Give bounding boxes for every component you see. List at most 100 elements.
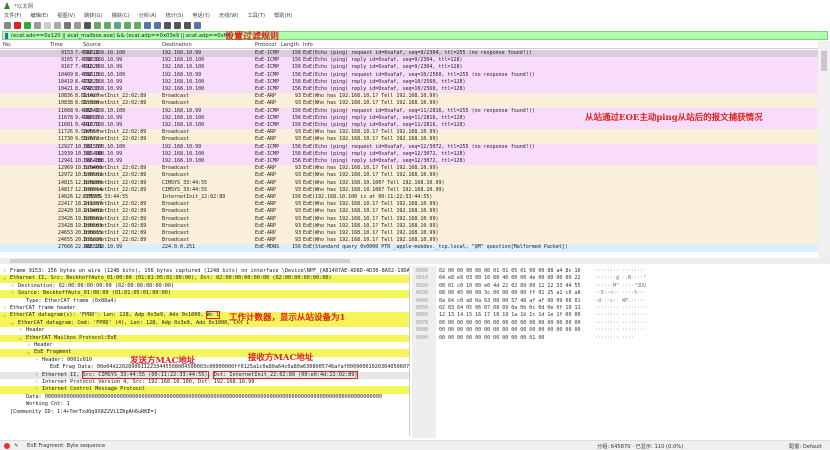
packet-row[interactable]: 9165 7.459039 192.168.10.99 192.168.10.100 E… — [0, 57, 818, 65]
detail-tree-item[interactable]: ⌄ EtherCAT datagram: Cmd: 'FPRD' (4), Len… — [0, 319, 409, 328]
colorize-icon[interactable] — [154, 21, 161, 29]
packet-row[interactable]: 23426 19.028562 InternetInit_22:02:89 Broad… — [0, 215, 818, 223]
start-capture-icon[interactable] — [4, 21, 11, 29]
display-filter-input[interactable]: (ecat.ado==0x120 || ecat_mailbox.eoe) &&… — [2, 31, 828, 40]
autoscroll-icon[interactable] — [144, 21, 151, 29]
hex-bytes[interactable]: 00 00 00 00 00 00 00 00 00 00 01 00 — [439, 335, 544, 342]
hex-bytes[interactable]: 12 13 14 15 16 17 18 19 1a 1b 1c 1d 1e 1… — [439, 312, 580, 319]
chevron-right-icon[interactable]: › — [11, 290, 18, 297]
packet-row[interactable]: 24653 20.030815 InternetInit_22:02:89 Broad… — [0, 230, 818, 238]
detail-tree-item[interactable]: › Internet Control Message Protocol — [0, 386, 409, 394]
packet-row[interactable]: 14826 12.035935 CIMSYS_33:44:55 InternetIni… — [0, 194, 818, 202]
go-last-icon[interactable] — [134, 21, 141, 29]
detail-tree-item[interactable]: › Header: 0001c010 — [0, 357, 409, 364]
zoom-in-icon[interactable] — [164, 21, 171, 29]
detail-tree-item[interactable]: › Source: BeckhoffAuto_01:00:00 (01:01:05… — [0, 290, 409, 298]
detail-tree-item[interactable]: ⌄ EtherCAT datagram(s): 'FPRD': Len: 128,… — [0, 311, 409, 320]
capture-options-icon[interactable] — [34, 21, 41, 29]
chevron-down-icon[interactable]: ⌄ — [19, 335, 26, 342]
menu-item[interactable]: 编辑(E) — [30, 12, 48, 19]
menu-item[interactable]: 跳转(G) — [84, 12, 102, 19]
hex-ascii[interactable]: ··E··<·· ····%··· — [595, 290, 646, 297]
chevron-down-icon[interactable]: ⌄ — [3, 312, 10, 319]
hex-ascii[interactable]: ······M" ····"3DU — [595, 283, 646, 290]
detail-tree-item[interactable]: › Destination: 02:00:00:00:00:00 (02:00:0… — [0, 283, 409, 290]
hex-bytes[interactable]: 00 01 c0 10 00 e0 4d 22 02 89 00 11 22 3… — [439, 283, 580, 290]
packet-row[interactable]: 10838 8.815338 InternetInit_22:02:89 Broadc… — [0, 100, 818, 108]
bookmark-icon[interactable] — [5, 32, 8, 39]
packet-row[interactable]: 12939 10.505448 192.168.10.99 192.168.10.10… — [0, 150, 818, 158]
chevron-right-icon[interactable]: › — [35, 372, 42, 379]
packet-row[interactable]: 27666 22.486521 192.168.10.99 224.0.0.251 Eo… — [0, 244, 818, 252]
hex-bytes[interactable]: 08 00 45 00 00 3c 00 00 00 00 ff 01 25 a… — [439, 290, 580, 297]
hex-bytes[interactable]: 0a 64 c0 a8 0a 63 08 00 57 46 af af 00 0… — [439, 298, 580, 305]
chevron-right-icon[interactable]: › — [19, 327, 26, 334]
menu-item[interactable]: 帮助(H) — [274, 12, 292, 19]
restart-capture-icon[interactable] — [24, 21, 31, 29]
packet-list-hscroll[interactable] — [0, 258, 830, 264]
stop-capture-icon[interactable] — [14, 21, 21, 29]
packet-row[interactable]: 10421 8.474830 192.168.10.99 192.168.10.100… — [0, 86, 818, 94]
resize-columns-icon[interactable] — [194, 21, 201, 29]
chevron-right-icon[interactable]: › — [35, 357, 42, 364]
detail-tree-item[interactable]: › Frame 9153: 156 bytes on wire (1248 bit… — [0, 268, 409, 275]
packet-row[interactable]: 12972 10.530502 InternetInit_22:02:89 Broad… — [0, 172, 818, 180]
menu-item[interactable]: 分析(A) — [139, 12, 157, 19]
detail-tree-item[interactable]: ⌄ Ethernet II, Src: BeckhoffAuto_01:00:00… — [0, 275, 409, 283]
reload-file-icon[interactable] — [74, 21, 81, 29]
column-no[interactable]: No. — [3, 42, 12, 48]
chevron-right-icon[interactable]: › — [35, 386, 42, 393]
expert-info-icon[interactable] — [4, 443, 10, 449]
scroll-thumb[interactable] — [10, 259, 350, 263]
chevron-down-icon[interactable]: ⌄ — [3, 275, 10, 282]
packet-row[interactable]: 10419 8.473825 192.168.10.99 192.168.10.100… — [0, 78, 818, 86]
detail-tree-item[interactable]: [Community ID: 1:4+TmrTxdQq9X8Z2Vi1ZKpAh… — [0, 409, 409, 416]
detail-tree-item[interactable]: Data: 0000000000000000000000000000000000… — [0, 394, 409, 401]
menu-item[interactable]: 捕获(C) — [112, 12, 130, 19]
detail-tree-item[interactable]: › Header — [0, 342, 409, 349]
packet-row[interactable]: 12969 10.529460 InternetInit_22:02:89 Broad… — [0, 165, 818, 173]
packet-row[interactable]: 11726 9.530557 InternetInit_22:02:89 Broadc… — [0, 129, 818, 137]
zoom-out-icon[interactable] — [174, 21, 181, 29]
hex-ascii[interactable]: ········ ········ — [595, 312, 646, 319]
detail-tree-item[interactable]: ⌄ EoE Fragment — [0, 349, 409, 357]
hex-bytes[interactable]: 00 00 00 00 00 00 00 00 00 00 00 00 00 0… — [439, 320, 580, 327]
packet-row[interactable]: 10836 8.811427 InternetInit_22:02:89 Broadc… — [0, 93, 818, 101]
column-info[interactable]: Info — [303, 42, 313, 48]
packet-row[interactable]: 11681 9.491070 192.168.10.99 192.168.10.100… — [0, 122, 818, 130]
detail-tree-item[interactable]: ⌄ EtherCAT Mailbox Protocol:EoE — [0, 334, 409, 342]
column-destination[interactable]: Destination — [162, 42, 192, 48]
hex-ascii[interactable]: ········ ········ — [595, 268, 646, 275]
detail-tree-item[interactable]: › Ethernet II, Src: CIMSYS_33:44:55 (00:1… — [0, 370, 409, 379]
go-first-icon[interactable] — [124, 21, 131, 29]
zoom-reset-icon[interactable] — [184, 21, 191, 29]
display-filter-text[interactable]: (ecat.ado==0x120 || ecat_mailbox.eoe) &&… — [11, 33, 233, 39]
packet-row[interactable]: 12941 10.506488 192.168.10.99 192.168.10.10… — [0, 158, 818, 166]
packet-row[interactable]: 14817 12.030914 InternetInit_22:02:89 CIMSY… — [0, 186, 818, 194]
hex-bytes[interactable]: 02 00 00 00 00 00 01 01 05 01 00 00 88 a… — [439, 268, 580, 275]
chevron-right-icon[interactable]: › — [3, 305, 10, 312]
column-time[interactable]: Time — [50, 42, 63, 48]
menu-item[interactable]: 视图(V) — [57, 12, 75, 19]
packet-row[interactable]: 23428 19.030563 InternetInit_22:02:89 Broad… — [0, 222, 818, 230]
detail-tree-item[interactable]: EoE Frag Data: 00e04d2202890011223344550… — [0, 364, 409, 371]
go-back-icon[interactable] — [94, 21, 101, 29]
hex-ascii[interactable]: ········ ········ — [595, 305, 646, 312]
packet-row[interactable]: 11730 9.532672 InternetInit_22:02:89 Broadc… — [0, 136, 818, 144]
chevron-right-icon[interactable]: › — [3, 268, 10, 275]
menu-item[interactable]: 统计(S) — [166, 12, 184, 19]
hex-bytes[interactable]: 04 e8 e9 03 00 10 80 40 00 00 4e 00 00 0… — [439, 275, 580, 282]
hex-ascii[interactable]: ········ ···· — [595, 335, 634, 342]
find-packet-icon[interactable] — [84, 21, 91, 29]
column-source[interactable]: Source — [83, 42, 101, 48]
packet-row[interactable]: 24655 20.031826 InternetInit_22:02:89 Broad… — [0, 237, 818, 245]
detail-tree-item[interactable]: Working Cnt: 1 — [0, 401, 409, 408]
hex-bytes[interactable]: 00 00 00 00 00 00 00 00 00 00 00 00 00 0… — [439, 327, 580, 334]
chevron-down-icon[interactable]: ⌄ — [11, 320, 18, 327]
close-file-icon[interactable] — [64, 21, 71, 29]
detail-tree-item[interactable]: › Header — [0, 327, 409, 334]
detail-tree-item[interactable]: › Internet Protocol Version 4, Src: 192.1… — [0, 379, 409, 386]
menu-item[interactable]: 电话(Y) — [192, 12, 210, 19]
hex-ascii[interactable]: ········ ········ — [595, 320, 646, 327]
menu-item[interactable]: 工具(T) — [247, 12, 265, 19]
